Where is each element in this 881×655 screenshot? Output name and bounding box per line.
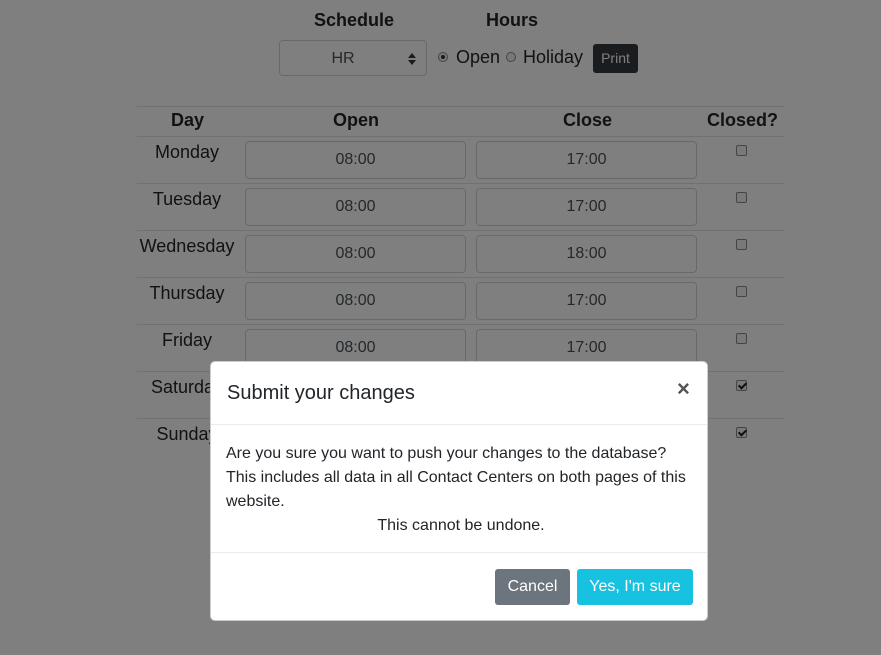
- modal-title: Submit your changes: [227, 382, 415, 404]
- modal-body: Are you sure you want to push your chang…: [226, 442, 696, 538]
- close-icon[interactable]: ×: [677, 378, 690, 400]
- modal-header-divider: [211, 424, 707, 425]
- modal-footer-divider: [211, 552, 707, 553]
- modal-message: Are you sure you want to push your chang…: [226, 445, 686, 510]
- confirm-submit-modal: Submit your changes × Are you sure you w…: [210, 361, 708, 621]
- modal-warning: This cannot be undone.: [377, 517, 545, 534]
- confirm-button[interactable]: Yes, I'm sure: [577, 569, 693, 605]
- cancel-button[interactable]: Cancel: [495, 569, 570, 605]
